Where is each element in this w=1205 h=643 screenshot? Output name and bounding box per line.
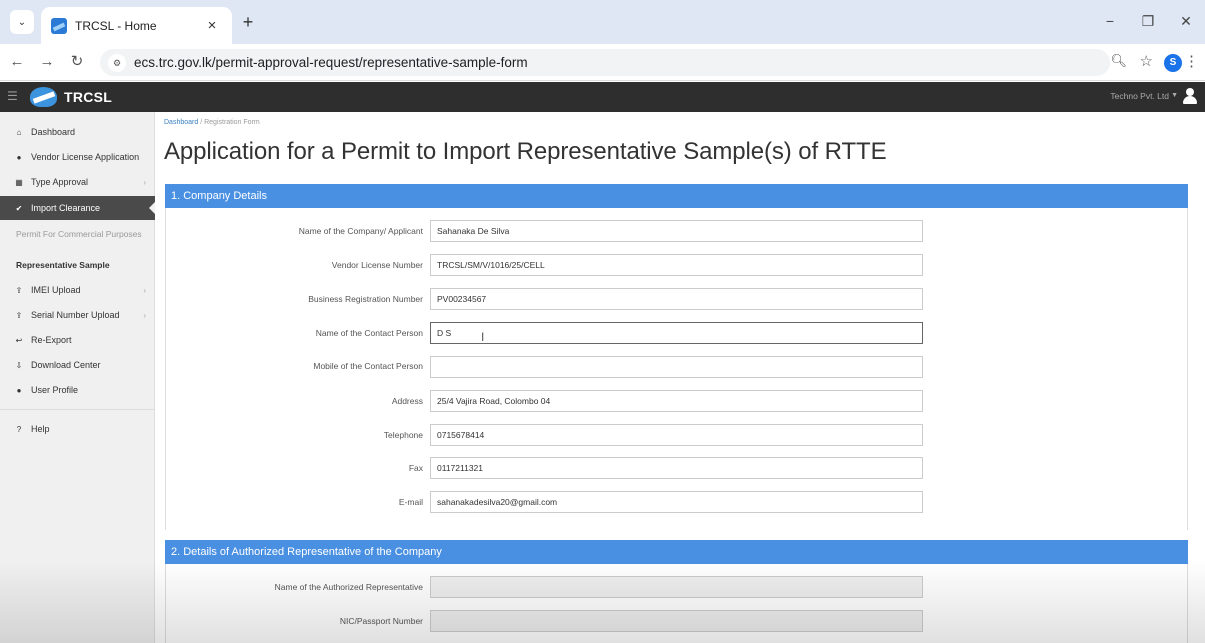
sidebar-item-vendor-license[interactable]: ● Vendor License Application: [0, 145, 155, 169]
field-label: Address: [391, 396, 423, 406]
help-icon: ?: [16, 424, 22, 434]
authorized-representative-name-input[interactable]: [430, 576, 923, 598]
field-label: Name of the Company/ Applicant: [298, 226, 423, 236]
chevron-right-icon: ›: [143, 177, 146, 187]
telephone-input[interactable]: 0715678414: [430, 424, 923, 446]
app-header: ☰ TRCSL Techno Pvt. Ltd ▼: [0, 82, 1205, 112]
new-tab-button[interactable]: +: [238, 12, 258, 32]
breadcrumb-separator: /: [200, 119, 203, 126]
field-label: E-mail: [398, 497, 423, 507]
minimize-button[interactable]: −: [1091, 8, 1129, 34]
field-label: Business Registration Number: [308, 294, 423, 304]
site-info-icon[interactable]: ⚙: [108, 53, 126, 72]
section-header-company-details: 1. Company Details: [165, 184, 1188, 208]
reload-icon[interactable]: ↻: [64, 49, 90, 75]
fax-input[interactable]: 0117211321: [430, 457, 923, 479]
sidebar-item-label: Help: [31, 424, 50, 434]
nic-passport-number-input[interactable]: [430, 610, 923, 632]
browser-menu-icon[interactable]: ⋮: [1184, 52, 1199, 70]
sidebar-item-help[interactable]: ? Help: [0, 417, 155, 441]
field-label: Name of the Contact Person: [315, 328, 423, 338]
sidebar-item-label: IMEI Upload: [31, 285, 81, 295]
field-label: NIC/Passport Number: [339, 616, 423, 626]
company-name-input[interactable]: Sahanaka De Silva: [430, 220, 923, 242]
text-cursor-icon: I: [481, 330, 485, 344]
user-avatar-icon[interactable]: [1182, 88, 1198, 104]
sidebar-item-label: Re-Export: [31, 335, 72, 345]
hamburger-menu-icon[interactable]: ☰: [7, 89, 18, 103]
tab-title: TRCSL - Home: [75, 18, 157, 33]
field-label: Name of the Authorized Representative: [274, 582, 423, 592]
page-title: Application for a Permit to Import Repre…: [164, 138, 887, 165]
sidebar-subitem-permit-commercial[interactable]: Permit For Commercial Purposes: [16, 229, 146, 240]
brand-name[interactable]: TRCSL: [64, 89, 112, 105]
grid-icon: ▦: [15, 177, 23, 187]
field-label: Mobile of the Contact Person: [313, 361, 423, 371]
field-label: Vendor License Number: [331, 260, 423, 270]
sidebar-item-label: Serial Number Upload: [31, 310, 120, 320]
sidebar: ⌂ Dashboard ● Vendor License Application…: [0, 112, 155, 643]
sidebar-subitem-representative-sample[interactable]: Representative Sample: [16, 260, 146, 271]
chevron-right-icon: ›: [143, 285, 146, 295]
trcsl-favicon-icon: [51, 17, 67, 34]
sidebar-item-label: User Profile: [31, 385, 79, 395]
browser-toolbar: ← → ↻ ⚙ ecs.trc.gov.lk/permit-approval-r…: [0, 44, 1205, 81]
user-icon: ●: [16, 385, 22, 395]
upload-icon: ⇪: [15, 285, 23, 295]
sidebar-item-re-export[interactable]: ↩ Re-Export: [0, 328, 155, 352]
sidebar-item-label: Vendor License Application: [31, 152, 140, 162]
caret-down-icon[interactable]: ▼: [1171, 92, 1178, 99]
user-icon: ●: [16, 152, 22, 162]
url-text[interactable]: ecs.trc.gov.lk/permit-approval-request/r…: [134, 55, 528, 70]
bookmark-star-icon[interactable]: ☆: [1140, 52, 1153, 70]
sidebar-item-serial-upload[interactable]: ⇪ Serial Number Upload ›: [0, 303, 155, 327]
breadcrumb-current: Registration Form: [204, 119, 260, 126]
sidebar-item-label: Dashboard: [31, 127, 76, 137]
field-label: Telephone: [383, 430, 423, 440]
address-input[interactable]: 25/4 Vajira Road, Colombo 04: [430, 390, 923, 412]
browser-tab[interactable]: TRCSL - Home ×: [41, 7, 232, 44]
business-registration-number-input[interactable]: PV00234567: [430, 288, 923, 310]
sidebar-item-user-profile[interactable]: ● User Profile: [0, 378, 155, 402]
section-header-authorized-representative: 2. Details of Authorized Representative …: [165, 540, 1188, 564]
sidebar-item-label: Import Clearance: [31, 203, 101, 213]
restore-button[interactable]: ❐: [1129, 8, 1167, 34]
sidebar-item-type-approval[interactable]: ▦ Type Approval ›: [0, 170, 155, 194]
close-window-button[interactable]: ✕: [1167, 8, 1205, 34]
field-label: Fax: [408, 463, 423, 473]
back-arrow-icon[interactable]: ←: [4, 49, 30, 75]
sidebar-divider: [0, 409, 155, 410]
email-input[interactable]: sahanakadesilva20@gmail.com: [430, 491, 923, 513]
tab-close-icon[interactable]: ×: [202, 17, 222, 34]
user-menu-label[interactable]: Techno Pvt. Ltd: [1110, 91, 1169, 101]
download-icon: ⇩: [15, 360, 23, 370]
check-circle-icon: ✔: [15, 203, 23, 213]
zoom-icon[interactable]: 🔍︎: [1110, 53, 1127, 69]
sidebar-item-label: Download Center: [31, 360, 101, 370]
browser-tab-strip: ⌄ TRCSL - Home × + − ❐ ✕: [0, 0, 1205, 44]
profile-avatar[interactable]: S: [1164, 54, 1182, 72]
trcsl-logo-icon: [30, 87, 57, 107]
breadcrumb-dashboard-link[interactable]: Dashboard: [164, 119, 198, 126]
chevron-right-icon: ›: [143, 310, 146, 320]
upload-icon: ⇪: [15, 310, 23, 320]
breadcrumb: Dashboard / Registration Form: [164, 119, 260, 126]
vendor-license-number-input[interactable]: TRCSL/SM/V/1016/25/CELL: [430, 254, 923, 276]
home-icon: ⌂: [16, 127, 22, 137]
contact-person-mobile-input[interactable]: [430, 356, 923, 378]
sidebar-item-label: Type Approval: [31, 177, 89, 187]
forward-arrow-icon[interactable]: →: [34, 49, 60, 75]
sidebar-item-download-center[interactable]: ⇩ Download Center: [0, 353, 155, 377]
address-bar[interactable]: ⚙ ecs.trc.gov.lk/permit-approval-request…: [100, 49, 1110, 76]
window-controls: − ❐ ✕: [1091, 8, 1205, 34]
sidebar-item-dashboard[interactable]: ⌂ Dashboard: [0, 120, 155, 144]
contact-person-name-input[interactable]: D S: [430, 322, 923, 344]
reply-icon: ↩: [15, 335, 23, 345]
tab-search-button[interactable]: ⌄: [10, 10, 34, 34]
sidebar-item-import-clearance[interactable]: ✔ Import Clearance: [0, 196, 155, 220]
sidebar-item-imei-upload[interactable]: ⇪ IMEI Upload ›: [0, 278, 155, 302]
